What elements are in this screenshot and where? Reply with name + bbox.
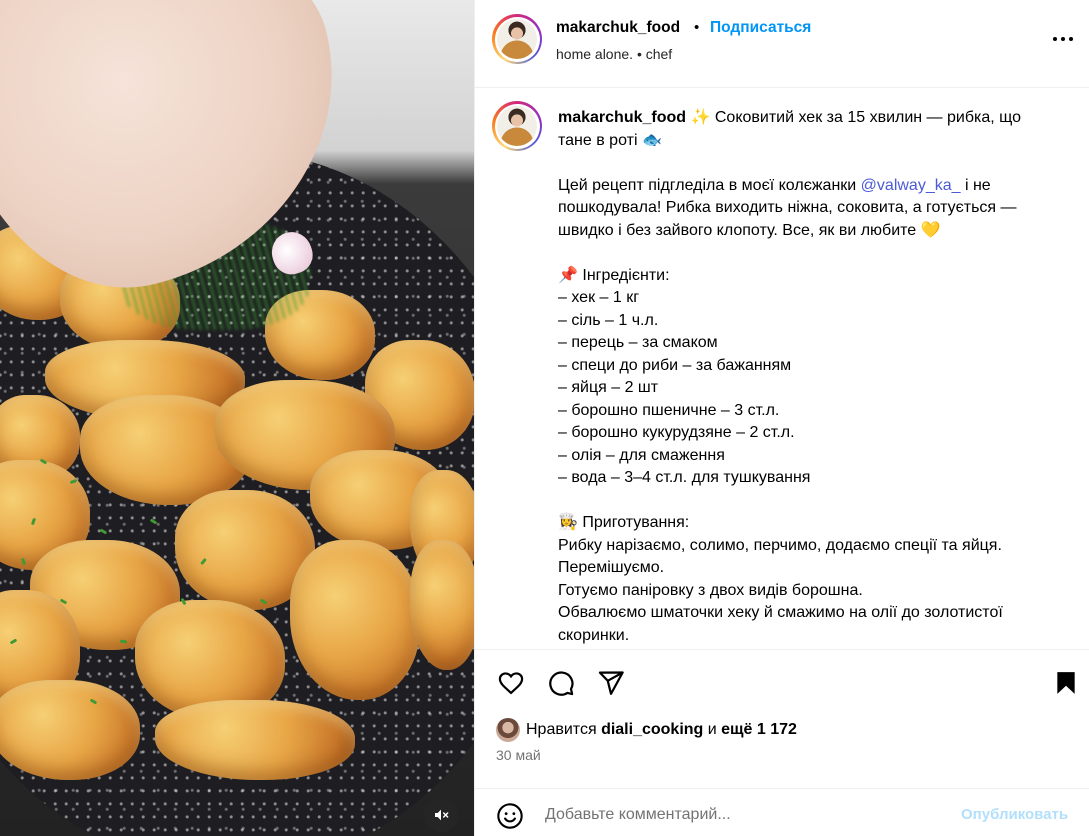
publish-comment-button[interactable]: Опубликовать	[961, 806, 1068, 823]
post-media[interactable]	[0, 0, 474, 836]
separator-dot: •	[694, 19, 700, 36]
mute-button[interactable]	[424, 798, 458, 832]
divider	[475, 649, 1089, 650]
liker-avatar[interactable]	[496, 718, 520, 742]
mention-link[interactable]: @valway_ka_	[861, 177, 961, 194]
caption-avatar[interactable]	[492, 101, 542, 151]
caption-username[interactable]: makarchuk_food	[558, 109, 686, 126]
caption-section: makarchuk_food ✨ Соковитий хек за 15 хви…	[475, 89, 1089, 649]
caption-intro-a: Цей рецепт підгледіла в моєї колєжанки	[558, 176, 861, 194]
heart-icon	[498, 672, 524, 695]
method-title: 👩‍🍳 Приготування:	[558, 514, 690, 531]
likes-and: и	[707, 721, 717, 738]
emoji-icon[interactable]	[496, 802, 524, 830]
ingredients-title: 📌 Інгредієнти:	[558, 266, 670, 284]
comment-icon	[549, 671, 574, 696]
method-step: Рибку нарізаємо, солимо, перчимо, додаєм…	[558, 536, 1007, 577]
share-icon	[598, 671, 624, 695]
ingredient-item: – хек – 1 кг	[558, 289, 640, 306]
share-button[interactable]	[595, 667, 627, 699]
action-bar	[475, 665, 1089, 705]
ingredient-item: – борошно кукурудзяне – 2 ст.л.	[558, 424, 795, 441]
likes-count[interactable]: ещё 1 172	[721, 721, 797, 739]
ingredient-item: – специ до риби – за бажанням	[558, 356, 792, 374]
comment-bar: Опубликовать	[475, 788, 1089, 836]
likes-summary: Нравится diali_cooking и ещё 1 172	[496, 718, 797, 742]
ingredient-item: – яйця – 2 шт	[558, 379, 659, 396]
ingredient-item: – сіль – 1 ч.л.	[558, 311, 659, 329]
like-button[interactable]	[495, 667, 527, 699]
likes-prefix: Нравится	[526, 721, 597, 738]
liker-username[interactable]: diali_cooking	[601, 721, 703, 739]
ingredient-item: – борошно пшеничне – 3 ст.л.	[558, 401, 780, 419]
more-options-icon[interactable]	[1053, 37, 1077, 45]
post-header: makarchuk_food • Подписаться home alone.…	[475, 0, 1089, 88]
post-details-panel: makarchuk_food • Подписаться home alone.…	[474, 0, 1089, 836]
follow-button[interactable]: Подписаться	[710, 19, 811, 37]
post-date[interactable]: 30 май	[496, 747, 541, 763]
comment-input[interactable]	[545, 803, 945, 827]
muted-speaker-icon	[435, 809, 449, 821]
caption-text: makarchuk_food ✨ Соковитий хек за 15 хви…	[558, 107, 1058, 647]
comment-button[interactable]	[545, 667, 577, 699]
ingredient-item: – перець – за смаком	[558, 334, 718, 351]
save-button[interactable]	[1050, 667, 1082, 699]
method-step: Обвалюємо шматочки хеку й смажимо на олі…	[558, 604, 1008, 644]
ingredient-item: – вода – 3–4 ст.л. для тушкування	[558, 469, 811, 486]
method-step: Готуємо паніровку з двох видів борошна.	[558, 581, 863, 599]
ingredient-item: – олія – для смаження	[558, 446, 725, 464]
author-username[interactable]: makarchuk_food	[556, 19, 680, 37]
author-avatar[interactable]	[492, 14, 542, 64]
bookmark-icon	[1057, 672, 1075, 694]
author-subtitle[interactable]: home alone. • chef	[556, 46, 672, 62]
